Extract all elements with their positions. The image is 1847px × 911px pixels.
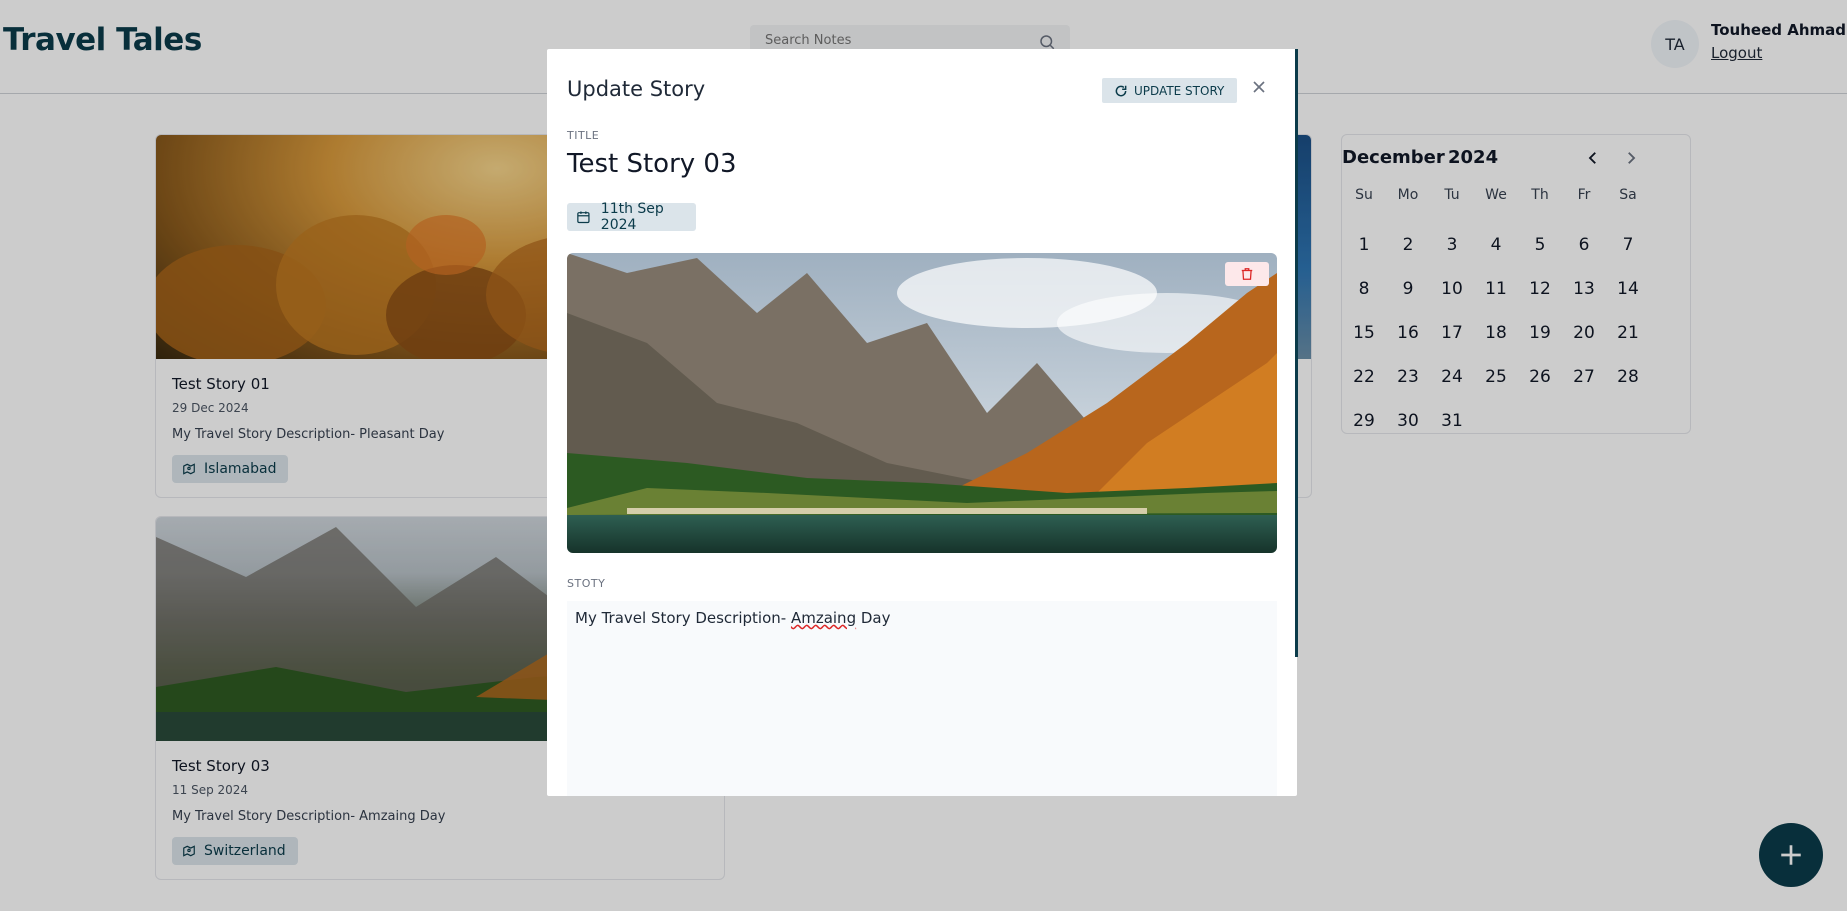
story-text: Day bbox=[856, 609, 891, 627]
title-label: TITLE bbox=[567, 129, 600, 142]
date-picker-button[interactable]: 11th Sep 2024 bbox=[567, 201, 696, 233]
update-story-button[interactable]: UPDATE STORY bbox=[1102, 78, 1237, 103]
update-story-modal: Update Story UPDATE STORY TITLE Test Sto… bbox=[547, 49, 1297, 796]
calendar-icon bbox=[577, 211, 590, 224]
story-label: STOTY bbox=[567, 577, 606, 590]
story-image bbox=[567, 253, 1277, 553]
trash-icon bbox=[1241, 268, 1253, 280]
update-story-label: UPDATE STORY bbox=[1134, 83, 1225, 98]
date-label: 11th Sep 2024 bbox=[600, 201, 664, 233]
delete-image-button[interactable] bbox=[1225, 262, 1269, 286]
story-text-misspelled: Amzaing bbox=[790, 609, 857, 627]
modal-heading: Update Story bbox=[567, 77, 706, 101]
close-icon[interactable] bbox=[1249, 77, 1269, 97]
story-text: My Travel Story Description- bbox=[575, 609, 791, 627]
refresh-icon bbox=[1115, 85, 1127, 96]
modal-scrollbar[interactable] bbox=[1295, 49, 1298, 657]
story-textarea[interactable]: My Travel Story Description- Amzaing Day bbox=[567, 601, 1277, 796]
title-input[interactable]: Test Story 03 bbox=[567, 149, 737, 179]
